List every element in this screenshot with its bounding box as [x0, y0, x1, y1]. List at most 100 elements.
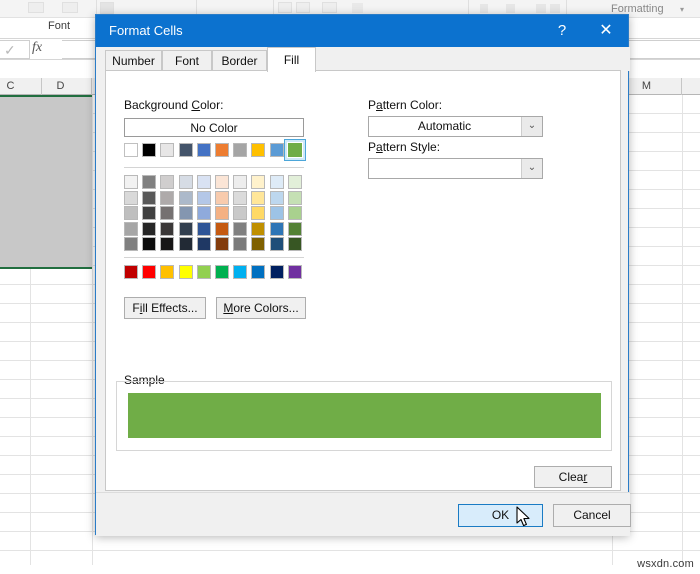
variation-swatch-4-5[interactable] — [215, 237, 229, 251]
standard-color-row[interactable] — [106, 265, 622, 285]
variation-swatch-0-5[interactable] — [215, 175, 229, 189]
sample-preview — [128, 393, 601, 438]
variation-swatch-1-5[interactable] — [215, 191, 229, 205]
variation-swatch-3-2[interactable] — [160, 222, 174, 236]
variation-swatch-4-4[interactable] — [197, 237, 211, 251]
variation-swatch-1-3[interactable] — [179, 191, 193, 205]
palette-divider — [124, 167, 304, 168]
theme-variation-rows[interactable] — [106, 175, 622, 253]
standard-swatch-0[interactable] — [124, 265, 138, 279]
standard-swatch-1[interactable] — [142, 265, 156, 279]
variation-swatch-1-2[interactable] — [160, 191, 174, 205]
variation-swatch-4-1[interactable] — [142, 237, 156, 251]
variation-swatch-3-9[interactable] — [288, 222, 302, 236]
theme-swatch-6[interactable] — [233, 143, 247, 157]
variation-swatch-3-8[interactable] — [270, 222, 284, 236]
standard-swatch-3[interactable] — [179, 265, 193, 279]
close-icon[interactable]: ✕ — [584, 15, 628, 47]
variation-swatch-1-7[interactable] — [251, 191, 265, 205]
variation-swatch-3-4[interactable] — [197, 222, 211, 236]
variation-swatch-0-8[interactable] — [270, 175, 284, 189]
variation-swatch-2-9[interactable] — [288, 206, 302, 220]
theme-swatch-8[interactable] — [270, 143, 284, 157]
no-color-button[interactable]: No Color — [124, 118, 304, 137]
variation-swatch-1-1[interactable] — [142, 191, 156, 205]
chevron-down-icon[interactable]: ⌄ — [521, 159, 542, 178]
variation-swatch-3-6[interactable] — [233, 222, 247, 236]
variation-swatch-4-8[interactable] — [270, 237, 284, 251]
theme-swatch-4[interactable] — [197, 143, 211, 157]
chevron-down-icon[interactable]: ▾ — [680, 5, 684, 14]
standard-swatch-8[interactable] — [270, 265, 284, 279]
column-header-d[interactable]: D — [30, 78, 92, 95]
variation-swatch-3-3[interactable] — [179, 222, 193, 236]
standard-swatch-5[interactable] — [215, 265, 229, 279]
theme-swatch-selected[interactable] — [287, 142, 303, 158]
variation-swatch-1-9[interactable] — [288, 191, 302, 205]
variation-swatch-0-7[interactable] — [251, 175, 265, 189]
variation-swatch-0-4[interactable] — [197, 175, 211, 189]
variation-swatch-4-9[interactable] — [288, 237, 302, 251]
fill-effects-button[interactable]: Fill Effects... — [124, 297, 206, 319]
standard-swatch-6[interactable] — [233, 265, 247, 279]
insert-function-icon[interactable]: fx — [32, 40, 42, 56]
theme-swatch-3[interactable] — [179, 143, 193, 157]
variation-swatch-0-9[interactable] — [288, 175, 302, 189]
pattern-style-dropdown[interactable]: ⌄ — [368, 158, 543, 179]
variation-swatch-1-0[interactable] — [124, 191, 138, 205]
tab-fill[interactable]: Fill — [267, 47, 316, 72]
sample-group-box — [116, 381, 612, 451]
variation-swatch-4-7[interactable] — [251, 237, 265, 251]
standard-swatch-7[interactable] — [251, 265, 265, 279]
variation-swatch-0-2[interactable] — [160, 175, 174, 189]
help-icon[interactable]: ? — [540, 15, 584, 47]
variation-swatch-2-0[interactable] — [124, 206, 138, 220]
tab-number[interactable]: Number — [105, 50, 162, 71]
tab-font[interactable]: Font — [162, 50, 212, 71]
clear-button[interactable]: Clear — [534, 466, 612, 488]
variation-swatch-1-8[interactable] — [270, 191, 284, 205]
standard-swatch-9[interactable] — [288, 265, 302, 279]
variation-swatch-2-7[interactable] — [251, 206, 265, 220]
pattern-color-dropdown[interactable]: Automatic ⌄ — [368, 116, 543, 137]
more-colors-button[interactable]: More Colors... — [216, 297, 306, 319]
variation-swatch-2-8[interactable] — [270, 206, 284, 220]
cancel-button[interactable]: Cancel — [553, 504, 631, 527]
theme-swatch-0[interactable] — [124, 143, 138, 157]
variation-swatch-1-4[interactable] — [197, 191, 211, 205]
theme-color-row[interactable] — [106, 143, 622, 165]
theme-swatch-1[interactable] — [142, 143, 156, 157]
variation-swatch-0-1[interactable] — [142, 175, 156, 189]
chevron-down-icon[interactable]: ⌄ — [521, 117, 542, 136]
variation-swatch-2-5[interactable] — [215, 206, 229, 220]
ok-button[interactable]: OK — [458, 504, 543, 527]
watermark-text: wsxdn.com — [637, 558, 694, 570]
variation-swatch-2-3[interactable] — [179, 206, 193, 220]
variation-swatch-3-0[interactable] — [124, 222, 138, 236]
theme-swatch-5[interactable] — [215, 143, 229, 157]
variation-swatch-2-1[interactable] — [142, 206, 156, 220]
confirm-check-icon[interactable]: ✓ — [4, 42, 16, 59]
dialog-title-bar[interactable]: Format Cells ? ✕ — [96, 15, 628, 47]
variation-swatch-2-6[interactable] — [233, 206, 247, 220]
variation-swatch-2-2[interactable] — [160, 206, 174, 220]
theme-swatch-2[interactable] — [160, 143, 174, 157]
selected-cell-range[interactable] — [0, 96, 92, 268]
variation-swatch-0-3[interactable] — [179, 175, 193, 189]
column-header-n[interactable]: N — [682, 78, 700, 95]
theme-swatch-7[interactable] — [251, 143, 265, 157]
variation-swatch-3-1[interactable] — [142, 222, 156, 236]
standard-swatch-2[interactable] — [160, 265, 174, 279]
variation-swatch-3-7[interactable] — [251, 222, 265, 236]
variation-swatch-0-6[interactable] — [233, 175, 247, 189]
variation-swatch-4-3[interactable] — [179, 237, 193, 251]
variation-swatch-4-2[interactable] — [160, 237, 174, 251]
variation-swatch-4-6[interactable] — [233, 237, 247, 251]
variation-swatch-0-0[interactable] — [124, 175, 138, 189]
variation-swatch-3-5[interactable] — [215, 222, 229, 236]
tab-border[interactable]: Border — [212, 50, 267, 71]
variation-swatch-2-4[interactable] — [197, 206, 211, 220]
standard-swatch-4[interactable] — [197, 265, 211, 279]
variation-swatch-1-6[interactable] — [233, 191, 247, 205]
variation-swatch-4-0[interactable] — [124, 237, 138, 251]
